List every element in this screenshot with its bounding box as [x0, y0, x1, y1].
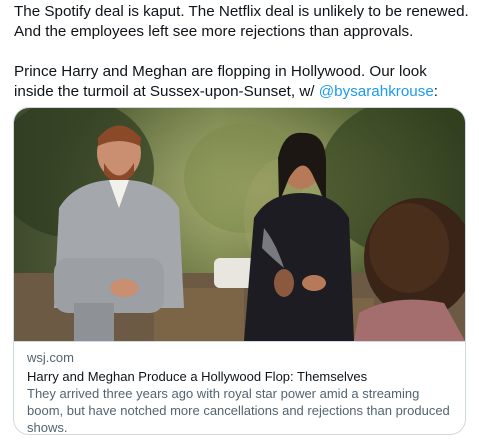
link-preview-card[interactable]: wsj.com Harry and Meghan Produce a Holly…	[13, 107, 466, 435]
card-description: They arrived three years ago with royal …	[27, 386, 450, 435]
author-mention-link[interactable]: @bysarahkrouse	[319, 83, 434, 100]
card-meta: wsj.com Harry and Meghan Produce a Holly…	[14, 341, 465, 435]
card-domain: wsj.com	[27, 350, 74, 365]
tweet-paragraph-2-end: :	[433, 83, 439, 100]
tweet-paragraph-2: Prince Harry and Meghan are flopping in …	[14, 62, 469, 102]
card-title[interactable]: Harry and Meghan Produce a Hollywood Flo…	[27, 368, 452, 385]
tweet-paragraph-1: The Spotify deal is kaput. The Netflix d…	[14, 3, 469, 40]
tweet-text: The Spotify deal is kaput. The Netflix d…	[14, 2, 469, 102]
article-image	[14, 108, 465, 341]
